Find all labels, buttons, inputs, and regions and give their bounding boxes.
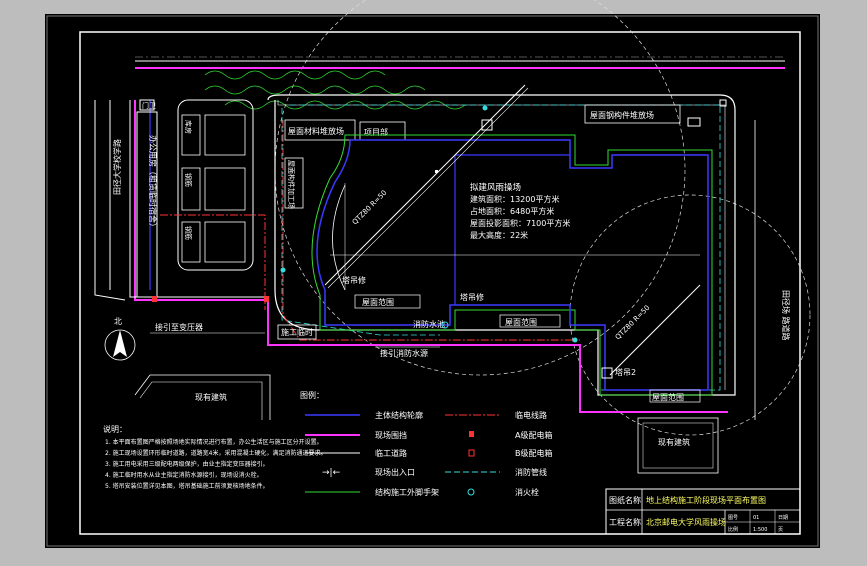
power-source-label: 接引至变压器 [155, 322, 203, 332]
title-project-label: 工程名称 [609, 517, 641, 527]
note-5: 5. 塔吊安装位置详见本图，塔吊基础施工前须复核场地条件。 [105, 482, 269, 490]
legend-item-10: 消火栓 [515, 487, 539, 497]
roof-area-2-label: 屋面范围 [505, 317, 537, 327]
tb-cell-4: 比例 [728, 526, 738, 533]
note-3: 3. 施工用电采用三级配电两级保护，由业主指定变压器接引。 [105, 460, 269, 468]
legend-item-9: 消防管线 [515, 467, 547, 477]
note-1: 1. 本平面布置图严格按照场地实际情况进行布置，办公生活区与施工区分开设置。 [105, 438, 323, 446]
project-area-3: 屋面投影面积：7100平方米 [470, 218, 570, 228]
left-road-label: 田径大学校学路 [112, 139, 122, 195]
right-road-label: 田径场 路道路 [781, 290, 791, 341]
tb-cell-6: 页 [778, 527, 783, 533]
note-2: 2. 施工现场设置环形临时道路，道路宽4米，采用混凝土硬化，满足消防通道要求。 [105, 449, 326, 457]
north-label: 北 [114, 317, 122, 326]
water-source-label: 接引消防水源 [380, 348, 428, 358]
office-building-label: 办公用房（租赁临时宿舍） [148, 135, 158, 231]
tower-2-label: 塔吊2 [615, 367, 636, 377]
crane-repair-label-1: 塔吊修 [342, 275, 366, 285]
roof-area-1-label: 屋面范围 [362, 297, 394, 307]
project-area-2: 占地面积：6480平方米 [470, 206, 554, 216]
roof-area-3-label: 屋面范围 [652, 392, 684, 402]
project-title: 拟建风雨操场 [470, 182, 521, 193]
legend-item-3: 临工道路 [375, 448, 407, 458]
title-project: 北京邮电大学风雨操场 [646, 517, 726, 527]
tb-cell-1: 图号 [728, 515, 738, 521]
gate-label: 门卫 [142, 101, 156, 110]
legend-item-1: 主体结构轮廓 [375, 410, 423, 420]
zone-steel-top-label: 屋面钢构件堆放场 [590, 110, 654, 120]
zone-left-stack-label: 屋面构件加工场 [287, 160, 296, 209]
warehouse-label-1: 库房 [184, 120, 193, 134]
tb-cell-3: 日期 [778, 515, 788, 521]
title-drawing-name-label: 图纸名称 [609, 495, 641, 505]
project-height: 最大高度：22米 [470, 230, 528, 240]
legend-entrance-symbol: →|← [322, 468, 341, 478]
legend-item-5: 结构施工外脚手架 [375, 487, 439, 497]
site-office-label: 施工临时 [281, 327, 313, 337]
legend-item-7: A级配电箱 [515, 430, 552, 440]
legend-item-4: 现场出入口 [375, 467, 415, 477]
crane-repair-label-2: 塔吊修 [460, 292, 484, 302]
title-drawing-name: 地上结构施工阶段现场平面布置图 [646, 495, 766, 505]
tb-cell-2: 01 [753, 515, 759, 521]
notes-title: 说明： [103, 424, 127, 434]
existing-building-2-label: 现有建筑 [658, 437, 690, 447]
legend-title: 图例： [300, 390, 324, 400]
warehouse-label-2: 钢筋 [184, 173, 193, 187]
existing-building-1-label: 现有建筑 [195, 392, 227, 402]
site-plan-drawing: 田径大学校学路 门卫 办公用房（租赁临时宿舍） 库房 钢筋 钢筋 屋面材料堆放场… [0, 0, 867, 562]
fire-pool-label: 消防水池 [413, 319, 445, 329]
warehouse-label-3: 钢筋 [184, 226, 193, 240]
cad-drawing-viewport: 田径大学校学路 门卫 办公用房（租赁临时宿舍） 库房 钢筋 钢筋 屋面材料堆放场… [0, 0, 867, 562]
project-area-1: 建筑面积：13200平方米 [470, 194, 559, 204]
legend-item-8: B级配电箱 [515, 448, 553, 458]
zone-material-label: 屋面材料堆放场 [288, 126, 344, 136]
legend-item-6: 临电线路 [515, 410, 547, 420]
legend-item-2: 现场围挡 [375, 430, 407, 440]
tb-cell-5: 1:500 [753, 527, 767, 533]
note-4: 4. 施工临时用水从业主指定消防水源接引，现场设消火栓。 [105, 471, 263, 479]
